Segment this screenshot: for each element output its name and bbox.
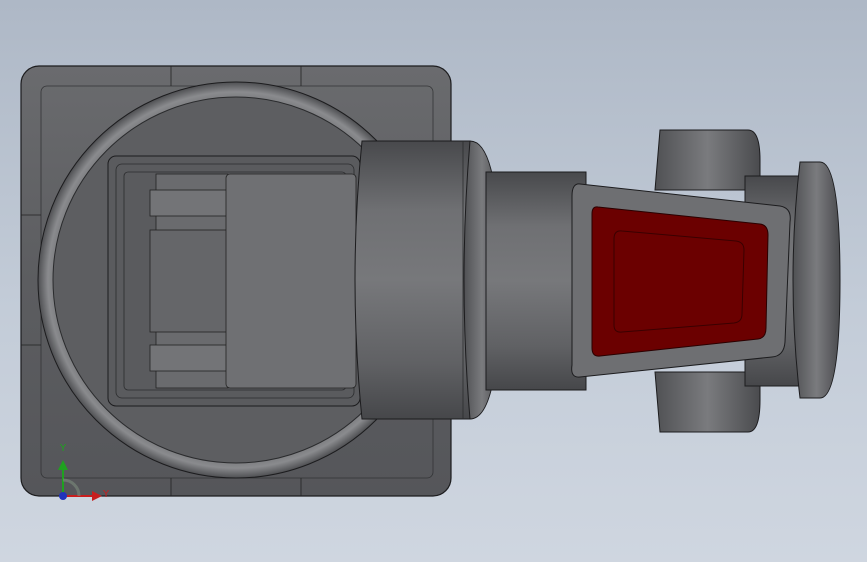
connector-pocket[interactable]: [107, 155, 361, 407]
cable-collar[interactable]: [354, 140, 501, 420]
label-sleeve[interactable]: [571, 183, 791, 378]
model-drawing[interactable]: [0, 0, 867, 562]
cad-viewport[interactable]: Y Y: [0, 0, 867, 562]
z-axis-dot: [59, 492, 67, 500]
y-axis-label: Y: [60, 443, 67, 454]
shaft[interactable]: [485, 171, 587, 391]
x-axis-label: Y: [103, 489, 110, 500]
